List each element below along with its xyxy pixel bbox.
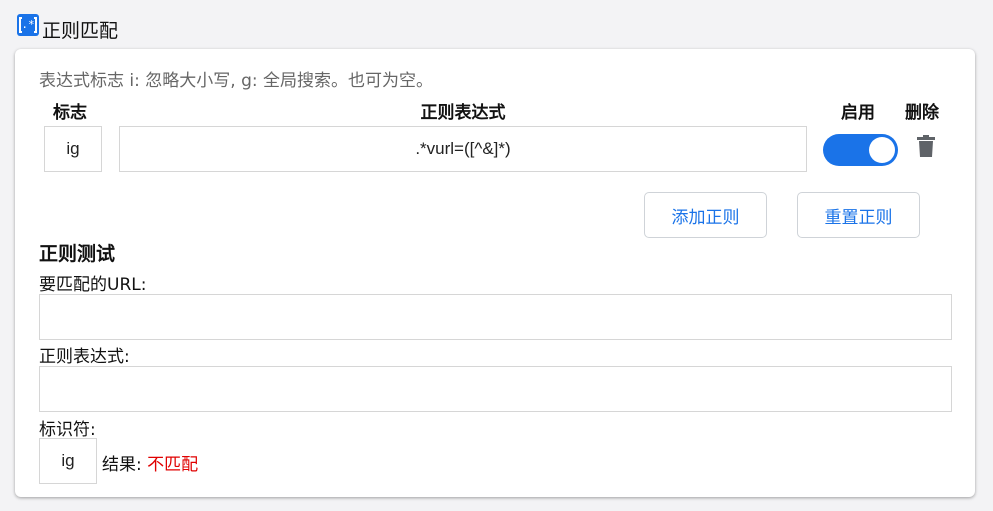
section-header: .* 正则匹配 bbox=[16, 9, 119, 42]
rule-enable-toggle[interactable] bbox=[823, 134, 898, 166]
test-result: 结果: 不匹配 bbox=[102, 450, 198, 475]
svg-text:.*: .* bbox=[21, 18, 34, 31]
column-header-regex: 正则表达式 bbox=[420, 103, 506, 123]
trash-icon bbox=[917, 135, 935, 161]
regex-card: 表达式标志 i: 忽略大小写, g: 全局搜索。也可为空。 标志 正则表达式 启… bbox=[15, 49, 975, 497]
regex-icon: .* bbox=[16, 13, 40, 37]
result-label: 结果: bbox=[102, 455, 148, 475]
regex-test-title: 正则测试 bbox=[39, 243, 116, 265]
test-flags-input[interactable]: ig bbox=[39, 438, 97, 484]
result-value: 不匹配 bbox=[147, 455, 199, 475]
column-header-delete: 删除 bbox=[905, 103, 939, 123]
reset-regex-button[interactable]: 重置正则 bbox=[797, 192, 920, 238]
section-title: 正则匹配 bbox=[42, 19, 119, 42]
test-url-label: 要匹配的URL: bbox=[39, 275, 147, 295]
test-regex-label: 正则表达式: bbox=[39, 347, 130, 367]
column-header-enable: 启用 bbox=[841, 103, 875, 123]
test-flags-label: 标识符: bbox=[39, 420, 96, 440]
delete-rule-button[interactable] bbox=[917, 135, 935, 157]
test-url-input[interactable] bbox=[39, 294, 952, 340]
rule-regex-input[interactable]: .*vurl=([^&]*) bbox=[119, 126, 807, 172]
test-regex-input[interactable] bbox=[39, 366, 952, 412]
toggle-knob bbox=[869, 137, 895, 163]
rule-flags-input[interactable]: ig bbox=[44, 126, 102, 172]
add-regex-button[interactable]: 添加正则 bbox=[644, 192, 767, 238]
flags-hint: 表达式标志 i: 忽略大小写, g: 全局搜索。也可为空。 bbox=[39, 71, 433, 91]
